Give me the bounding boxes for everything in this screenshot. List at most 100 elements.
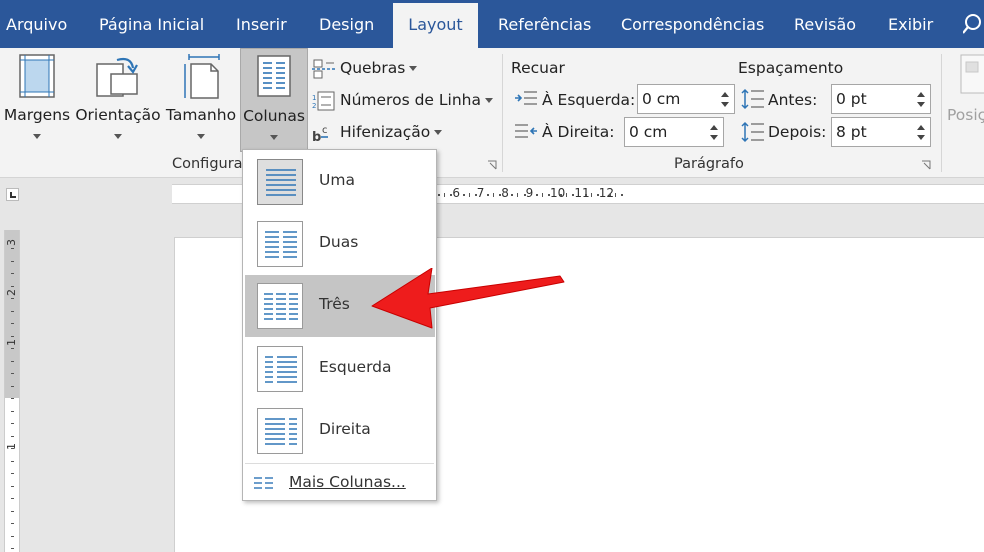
ruler-tick bbox=[590, 193, 592, 197]
columns-label: Colunas bbox=[243, 107, 305, 125]
one-column-icon bbox=[257, 159, 303, 205]
paragraph-group-label: Parágrafo bbox=[674, 156, 744, 172]
orientation-button[interactable]: Orientação bbox=[75, 48, 161, 150]
ruler-tick bbox=[11, 335, 14, 337]
ruler-tick bbox=[11, 523, 14, 524]
spin-up-icon[interactable] bbox=[917, 92, 925, 97]
ruler-tick bbox=[596, 194, 599, 196]
spacing-before-input[interactable] bbox=[836, 88, 905, 110]
ruler-tick bbox=[493, 193, 494, 197]
ruler-tick bbox=[11, 460, 14, 462]
position-button[interactable]: Posiç bbox=[946, 48, 984, 150]
spacing-after-label: Depois: bbox=[768, 123, 827, 141]
columns-icon bbox=[257, 55, 291, 97]
indent-right-spinner[interactable] bbox=[624, 117, 724, 147]
breaks-label: Quebras bbox=[340, 59, 406, 77]
breaks-button[interactable]: Quebras bbox=[312, 54, 418, 82]
spin-up-icon[interactable] bbox=[917, 125, 925, 130]
more-columns-button[interactable]: Mais Colunas... bbox=[245, 468, 435, 498]
ruler-tick bbox=[438, 194, 441, 196]
tab-exibir[interactable]: Exibir bbox=[888, 0, 933, 48]
line-numbers-label: Números de Linha bbox=[340, 91, 481, 109]
spin-down-icon[interactable] bbox=[710, 135, 718, 140]
columns-option-label: Três bbox=[319, 295, 350, 313]
chevron-down-icon bbox=[270, 135, 278, 140]
columns-option-one[interactable]: Uma bbox=[245, 151, 435, 213]
ruler-tick bbox=[11, 310, 14, 312]
tab-referencias[interactable]: Referências bbox=[498, 0, 591, 48]
ruler-number: 3 bbox=[5, 239, 18, 246]
tab-pagina-inicial[interactable]: Página Inicial bbox=[99, 0, 204, 48]
columns-button[interactable]: Colunas bbox=[240, 48, 308, 152]
search-icon[interactable] bbox=[963, 12, 984, 36]
indent-left-input[interactable] bbox=[642, 88, 710, 110]
spacing-after-input[interactable] bbox=[836, 121, 905, 143]
hyphenation-icon: b c bbox=[312, 125, 328, 145]
ruler-tick bbox=[560, 194, 563, 196]
ruler-tick bbox=[11, 510, 14, 512]
ribbon: Margens Orientação Tamanho Colunas Quebr… bbox=[0, 48, 984, 178]
two-columns-icon bbox=[257, 221, 303, 267]
spacing-after-spinner[interactable] bbox=[831, 117, 931, 147]
spin-down-icon[interactable] bbox=[917, 135, 925, 140]
tab-revisao[interactable]: Revisão bbox=[794, 0, 856, 48]
ruler-tick bbox=[11, 435, 14, 437]
spin-down-icon[interactable] bbox=[917, 102, 925, 107]
position-label: Posiç bbox=[947, 106, 984, 124]
ruler-tick bbox=[11, 423, 14, 424]
ruler-number: 6 bbox=[452, 186, 461, 200]
left-column-icon bbox=[257, 346, 303, 392]
ruler-tick bbox=[468, 193, 470, 197]
indent-right-icon bbox=[515, 124, 537, 138]
ruler-tick bbox=[11, 273, 14, 274]
vertical-ruler[interactable]: 3 2 1 1 bbox=[4, 230, 20, 552]
ruler-tick bbox=[11, 535, 14, 537]
ruler-tick bbox=[608, 194, 611, 196]
hyphenation-button[interactable]: b c Hifenização bbox=[312, 118, 443, 146]
spacing-header: Espaçamento bbox=[738, 59, 844, 77]
spacing-before-icon bbox=[741, 88, 764, 110]
ruler-tick bbox=[11, 548, 14, 549]
columns-option-right[interactable]: Direita bbox=[245, 400, 435, 462]
svg-text:2: 2 bbox=[312, 102, 316, 110]
group-separator bbox=[941, 54, 942, 172]
ruler-tick bbox=[541, 193, 543, 197]
dialog-launcher-icon[interactable] bbox=[487, 160, 497, 170]
tab-layout[interactable]: Layout bbox=[393, 3, 478, 48]
ruler-number: 8 bbox=[501, 186, 509, 200]
columns-option-label: Uma bbox=[319, 171, 355, 189]
ruler-tick bbox=[11, 260, 14, 262]
margins-button[interactable]: Margens bbox=[2, 48, 72, 150]
spin-up-icon[interactable] bbox=[721, 92, 729, 97]
columns-option-left[interactable]: Esquerda bbox=[245, 338, 435, 400]
indent-right-input[interactable] bbox=[629, 121, 698, 143]
ruler-number: 1 bbox=[5, 339, 18, 346]
columns-option-two[interactable]: Duas bbox=[245, 213, 435, 275]
tab-design[interactable]: Design bbox=[319, 0, 374, 48]
columns-option-label: Esquerda bbox=[319, 358, 392, 376]
tab-correspondencias[interactable]: Correspondências bbox=[621, 0, 764, 48]
spacing-before-label: Antes: bbox=[768, 91, 818, 109]
ruler-tick bbox=[547, 194, 550, 196]
dialog-launcher-icon[interactable] bbox=[921, 160, 931, 170]
columns-option-label: Duas bbox=[319, 233, 359, 251]
spin-up-icon[interactable] bbox=[710, 125, 718, 130]
ruler-tick bbox=[584, 194, 587, 196]
tab-arquivo[interactable]: Arquivo bbox=[6, 0, 67, 48]
ruler-number: 12 bbox=[598, 186, 615, 200]
page-setup-group-label: Configura bbox=[172, 156, 243, 172]
ruler-tick bbox=[572, 194, 575, 196]
spin-down-icon[interactable] bbox=[721, 102, 729, 107]
ruler-tick bbox=[615, 193, 616, 197]
size-button[interactable]: Tamanho bbox=[164, 48, 238, 150]
hyphenation-label: Hifenização bbox=[340, 123, 431, 141]
tab-inserir[interactable]: Inserir bbox=[236, 0, 287, 48]
tab-selector-icon[interactable] bbox=[6, 188, 19, 201]
indent-left-label: À Esquerda: bbox=[542, 91, 636, 109]
ruler-tick bbox=[11, 348, 14, 349]
line-numbers-button[interactable]: 1 2 Números de Linha bbox=[312, 86, 493, 114]
indent-left-spinner[interactable] bbox=[637, 84, 735, 114]
group-separator bbox=[502, 54, 503, 172]
spacing-before-spinner[interactable] bbox=[831, 84, 931, 114]
chevron-down-icon bbox=[484, 98, 493, 103]
